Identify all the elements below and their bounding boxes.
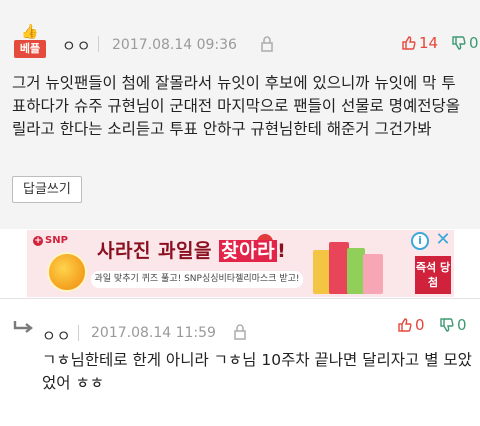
thumbs-down-icon <box>452 36 466 50</box>
reply-author[interactable]: ㅇㅇ <box>42 325 72 346</box>
ad-headline-highlight: 찾아라 <box>219 240 278 262</box>
brand-cross-icon: + <box>33 236 43 246</box>
close-icon[interactable]: ✕ <box>433 230 453 250</box>
ad-subtext: 과일 맞추기 퀴즈 풀고! SNP싱싱비타젤리마스크 받고! <box>91 271 303 288</box>
comment-author[interactable]: ㅇㅇ <box>62 35 92 56</box>
thumbs-up-icon: 👍 <box>21 24 39 40</box>
best-comment: 👍 베플 ㅇㅇ 2017.08.14 09:36 14 0 그거 뉴잇팬들이 첨… <box>0 0 480 229</box>
reply-timestamp: 2017.08.14 11:59 <box>91 325 216 341</box>
reply-like-button[interactable]: 0 <box>398 316 425 334</box>
thumbs-down-icon <box>440 318 454 332</box>
reply-arrow-icon <box>13 321 33 333</box>
dislike-count: 0 <box>469 34 479 52</box>
reply-dislike-count: 0 <box>457 316 467 334</box>
comment-header: 👍 베플 ㅇㅇ 2017.08.14 09:36 14 0 <box>12 22 479 62</box>
ad-brand-label: SNP <box>45 235 68 246</box>
reply-comment: ㅇㅇ 2017.08.14 11:59 0 0 ㄱㅎ님한테로 한게 아니라 ㄱㅎ… <box>0 298 480 426</box>
ad-headline-before: 사라진 과일을 <box>97 240 220 262</box>
dislike-button[interactable]: 0 <box>452 34 479 52</box>
thumbs-up-icon <box>398 318 412 332</box>
thumbs-up-icon <box>402 36 416 50</box>
divider <box>78 325 79 341</box>
ad-banner[interactable]: + SNP 사라진 과일을 찾아라! 과일 맞추기 퀴즈 풀고! SNP싱싱비타젤… <box>27 230 454 297</box>
comment-timestamp: 2017.08.14 09:36 <box>112 37 237 53</box>
product-image <box>313 238 385 294</box>
like-count: 14 <box>419 34 439 52</box>
orange-icon <box>47 252 87 292</box>
lock-icon[interactable] <box>232 323 248 341</box>
ad-cta-button[interactable]: 즉석 당첨 <box>415 256 451 294</box>
reply-dislike-button[interactable]: 0 <box>440 316 467 334</box>
like-button[interactable]: 14 <box>402 34 438 52</box>
reply-text: ㄱㅎ님한테로 한게 아니라 ㄱㅎ님 10주차 끝나면 달리자고 별 모았었어 ㅎ… <box>42 351 472 392</box>
lock-icon[interactable] <box>259 35 275 53</box>
ad-headline: 사라진 과일을 찾아라! <box>97 236 286 263</box>
comment-text: 그거 뉴잇팬들이 첨에 잘몰라서 뉴잇이 후보에 있으니까 뉴잇에 막 투표하다… <box>12 74 461 138</box>
write-reply-button[interactable]: 답글쓰기 <box>12 176 82 203</box>
best-badge: 👍 베플 <box>14 24 48 60</box>
ad-brand: + SNP <box>33 235 68 246</box>
divider <box>98 36 99 52</box>
ad-headline-after: ! <box>277 240 287 262</box>
info-icon[interactable]: i <box>411 232 429 250</box>
reply-like-count: 0 <box>415 316 425 334</box>
best-badge-label: 베플 <box>14 40 46 58</box>
